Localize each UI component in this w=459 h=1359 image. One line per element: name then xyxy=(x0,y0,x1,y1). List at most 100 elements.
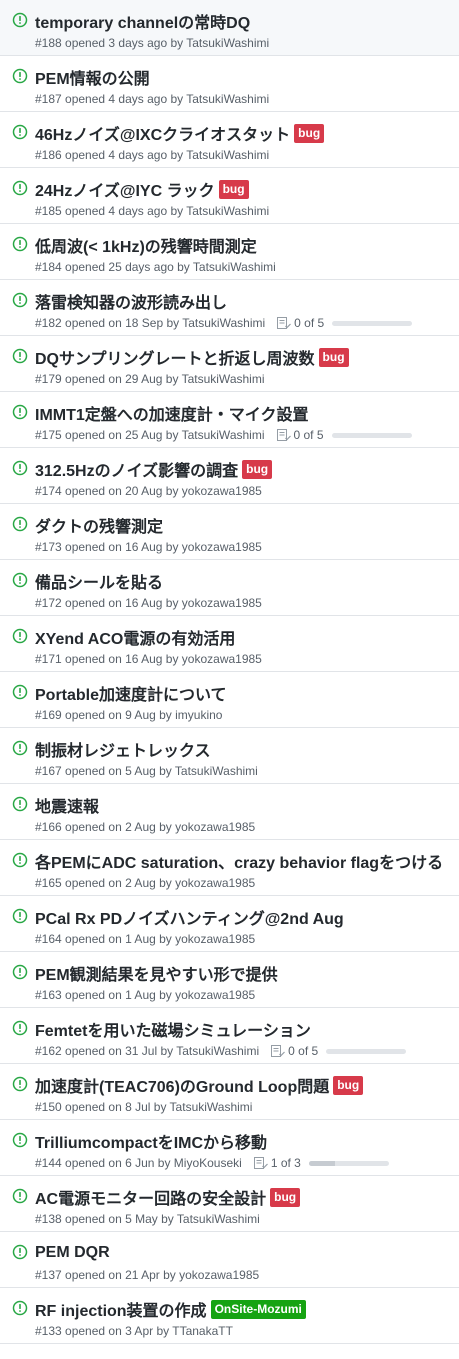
issue-title-link[interactable]: 低周波(< 1kHz)の残響時間測定 xyxy=(35,233,257,257)
issue-meta-text: #137 opened on 21 Apr by yokozawa1985 xyxy=(35,1268,260,1282)
issue-meta-text: #179 opened on 29 Aug by TatsukiWashimi xyxy=(35,372,265,386)
issue-meta: #173 opened on 16 Aug by yokozawa1985 xyxy=(35,539,262,555)
issue-meta: #186 opened 4 days ago by TatsukiWashimi xyxy=(35,147,269,163)
task-progress-bar xyxy=(308,1160,389,1166)
issue-title-link[interactable]: Femtetを用いた磁場シミュレーション xyxy=(35,1017,311,1041)
issue-row[interactable]: temporary channelの常時DQ #188 opened 3 day… xyxy=(0,0,459,56)
issue-title-link[interactable]: 46Hzノイズ@IXCクライオスタット xyxy=(35,121,290,145)
issue-title-link[interactable]: RF injection装置の作成 xyxy=(35,1297,207,1321)
issue-opened-icon xyxy=(12,516,28,532)
issue-row[interactable]: XYend ACO電源の有効活用 #171 opened on 16 Aug b… xyxy=(0,616,459,672)
issue-row[interactable]: Femtetを用いた磁場シミュレーション #162 opened on 31 J… xyxy=(0,1008,459,1064)
issue-row[interactable]: AC電源モニター回路の安全設計 bug #138 opened on 5 May… xyxy=(0,1176,459,1232)
issue-label-bug[interactable]: bug xyxy=(294,123,325,143)
issue-row[interactable]: 制振材レジェトレックス #167 opened on 5 Aug by Tats… xyxy=(0,728,459,784)
issue-row[interactable]: 地震速報 #166 opened on 2 Aug by yokozawa198… xyxy=(0,784,459,840)
issue-title-link[interactable]: IMMT1定盤への加速度計・マイク設置 xyxy=(35,401,308,425)
task-progress-bar xyxy=(331,432,412,438)
issue-row[interactable]: 備品シールを貼る #172 opened on 16 Aug by yokoza… xyxy=(0,560,459,616)
issue-row[interactable]: IMMT1定盤への加速度計・マイク設置 #175 opened on 25 Au… xyxy=(0,392,459,448)
issue-label-bug[interactable]: bug xyxy=(318,347,349,367)
issue-meta: #188 opened 3 days ago by TatsukiWashimi xyxy=(35,35,269,51)
issue-title-link[interactable]: 落雷検知器の波形読み出し xyxy=(35,289,227,313)
issue-meta: #144 opened on 6 Jun by MiyoKouseki 1 of… xyxy=(35,1155,389,1171)
issue-label-bug[interactable]: bug xyxy=(218,179,249,199)
issue-row[interactable]: Portable加速度計について #169 opened on 9 Aug by… xyxy=(0,672,459,728)
issue-meta-text: #172 opened on 16 Aug by yokozawa1985 xyxy=(35,596,262,610)
checklist-icon xyxy=(276,429,291,441)
issue-row[interactable]: TrilliumcompactをIMCから移動 #144 opened on 6… xyxy=(0,1120,459,1176)
issue-row[interactable]: 各PEMにADC saturation、crazy behavior flagを… xyxy=(0,840,459,896)
issue-title-line: TrilliumcompactをIMCから移動 xyxy=(35,1129,267,1153)
issue-row[interactable]: 46Hzノイズ@IXCクライオスタット bug #186 opened 4 da… xyxy=(0,112,459,168)
issue-opened-icon xyxy=(12,124,28,140)
task-progress: 0 of 5 xyxy=(276,428,412,442)
issue-opened-icon xyxy=(12,1244,28,1260)
issue-title-link[interactable]: 各PEMにADC saturation、crazy behavior flagを… xyxy=(35,849,443,873)
issue-title-link[interactable]: PEM観測結果を見やすい形で提供 xyxy=(35,961,278,985)
issue-meta-text: #175 opened on 25 Aug by TatsukiWashimi xyxy=(35,428,265,442)
issue-row[interactable]: PCal Rx PDノイズハンティング@2nd Aug #164 opened … xyxy=(0,896,459,952)
issue-row[interactable]: PEM情報の公開 #187 opened 4 days ago by Tatsu… xyxy=(0,56,459,112)
issue-title-link[interactable]: AC電源モニター回路の安全設計 xyxy=(35,1185,266,1209)
task-count: 0 of 5 xyxy=(288,1044,319,1058)
issue-title-link[interactable]: 312.5Hzのノイズ影響の調査 xyxy=(35,457,238,481)
issue-opened-icon xyxy=(12,852,28,868)
issue-row[interactable]: DQサンプリングレートと折返し周波数 bug #179 opened on 29… xyxy=(0,336,459,392)
task-progress: 0 of 5 xyxy=(271,1044,407,1058)
issue-meta-text: #188 opened 3 days ago by TatsukiWashimi xyxy=(35,36,270,50)
issue-meta: #182 opened on 18 Sep by TatsukiWashimi … xyxy=(35,315,413,331)
issue-title-link[interactable]: ダクトの残響測定 xyxy=(35,513,163,537)
issue-list: temporary channelの常時DQ #188 opened 3 day… xyxy=(0,0,459,1344)
issue-title-link[interactable]: 24Hzノイズ@IYC ラック xyxy=(35,177,215,201)
issue-row[interactable]: PEM観測結果を見やすい形で提供 #163 opened on 1 Aug by… xyxy=(0,952,459,1008)
issue-title-link[interactable]: PCal Rx PDノイズハンティング@2nd Aug xyxy=(35,905,344,929)
issue-opened-icon xyxy=(12,12,28,28)
issue-title-line: PEM DQR xyxy=(35,1241,110,1265)
issue-label-bug[interactable]: bug xyxy=(333,1075,364,1095)
issue-meta: #133 opened on 3 Apr by TTanakaTT xyxy=(35,1323,233,1339)
issue-title-line: RF injection装置の作成 OnSite-Mozumi xyxy=(35,1297,306,1321)
issue-row[interactable]: RF injection装置の作成 OnSite-Mozumi #133 ope… xyxy=(0,1288,459,1344)
issue-row[interactable]: 24Hzノイズ@IYC ラック bug #185 opened 4 days a… xyxy=(0,168,459,224)
issue-title-link[interactable]: 制振材レジェトレックス xyxy=(35,737,211,761)
issue-title-link[interactable]: Portable加速度計について xyxy=(35,681,227,705)
issue-title-line: PCal Rx PDノイズハンティング@2nd Aug xyxy=(35,905,344,929)
issue-title-link[interactable]: 備品シールを貼る xyxy=(35,569,163,593)
issue-meta: #162 opened on 31 Jul by TatsukiWashimi … xyxy=(35,1043,407,1059)
issue-meta: #169 opened on 9 Aug by imyukino xyxy=(35,707,222,723)
issue-label-onsite-mozumi[interactable]: OnSite-Mozumi xyxy=(210,1299,306,1319)
issue-opened-icon xyxy=(12,684,28,700)
issue-title-link[interactable]: XYend ACO電源の有効活用 xyxy=(35,625,235,649)
issue-title-link[interactable]: 加速度計(TEAC706)のGround Loop問題 xyxy=(35,1073,329,1097)
issue-title-link[interactable]: DQサンプリングレートと折返し周波数 xyxy=(35,345,315,369)
issue-title-link[interactable]: temporary channelの常時DQ xyxy=(35,9,250,33)
issue-title-line: AC電源モニター回路の安全設計 bug xyxy=(35,1185,301,1209)
issue-row[interactable]: 落雷検知器の波形読み出し #182 opened on 18 Sep by Ta… xyxy=(0,280,459,336)
task-progress-bar xyxy=(332,320,413,326)
issue-opened-icon xyxy=(12,964,28,980)
issue-title-line: 制振材レジェトレックス xyxy=(35,737,211,761)
issue-title-link[interactable]: TrilliumcompactをIMCから移動 xyxy=(35,1129,267,1153)
issue-opened-icon xyxy=(12,348,28,364)
issue-meta-text: #165 opened on 2 Aug by yokozawa1985 xyxy=(35,876,256,890)
issue-row[interactable]: PEM DQR #137 opened on 21 Apr by yokozaw… xyxy=(0,1232,459,1288)
issue-title-link[interactable]: 地震速報 xyxy=(35,793,99,817)
issue-row[interactable]: ダクトの残響測定 #173 opened on 16 Aug by yokoza… xyxy=(0,504,459,560)
issue-row[interactable]: 加速度計(TEAC706)のGround Loop問題 bug #150 ope… xyxy=(0,1064,459,1120)
issue-meta: #165 opened on 2 Aug by yokozawa1985 xyxy=(35,875,255,891)
issue-label-bug[interactable]: bug xyxy=(242,459,273,479)
issue-row[interactable]: 低周波(< 1kHz)の残響時間測定 #184 opened 25 days a… xyxy=(0,224,459,280)
checklist-icon xyxy=(271,1045,286,1057)
issue-meta: #138 opened on 5 May by TatsukiWashimi xyxy=(35,1211,260,1227)
issue-opened-icon xyxy=(12,1132,28,1148)
issue-opened-icon xyxy=(12,1188,28,1204)
issue-title-link[interactable]: PEM情報の公開 xyxy=(35,65,150,89)
task-count: 0 of 5 xyxy=(294,316,325,330)
issue-title-link[interactable]: PEM DQR xyxy=(35,1244,110,1262)
issue-row[interactable]: 312.5Hzのノイズ影響の調査 bug #174 opened on 20 A… xyxy=(0,448,459,504)
issue-title-line: 落雷検知器の波形読み出し xyxy=(35,289,227,313)
issue-label-bug[interactable]: bug xyxy=(270,1187,301,1207)
issue-opened-icon xyxy=(12,740,28,756)
issue-title-line: Portable加速度計について xyxy=(35,681,227,705)
